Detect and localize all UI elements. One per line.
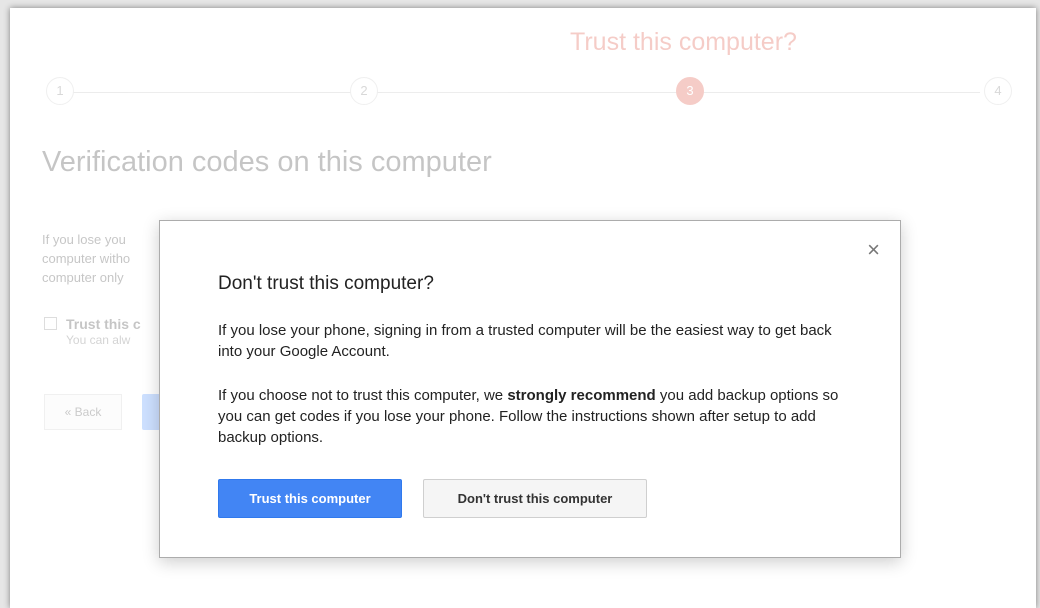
dialog-title: Don't trust this computer? xyxy=(218,273,434,294)
trust-this-computer-button[interactable]: Trust this computer xyxy=(218,479,402,518)
dialog-strong-recommend: strongly recommend xyxy=(507,387,656,404)
back-button[interactable]: « Back xyxy=(44,394,122,430)
trust-computer-sublabel: You can alw xyxy=(66,333,131,347)
page-title: Verification codes on this computer xyxy=(42,146,492,178)
step-4: 4 xyxy=(984,77,1012,105)
browser-window: Trust this computer? 1 2 3 4 Verificatio… xyxy=(10,8,1036,608)
dont-trust-this-computer-button[interactable]: Don't trust this computer xyxy=(423,479,647,518)
step-3: 3 xyxy=(676,77,704,105)
step-title: Trust this computer? xyxy=(570,28,797,56)
dialog-paragraph-1: If you lose your phone, signing in from … xyxy=(218,322,832,360)
dialog-paragraph-2: If you choose not to trust this computer… xyxy=(218,385,858,448)
dont-trust-dialog: × Don't trust this computer? If you lose… xyxy=(159,220,901,558)
trust-computer-checkbox[interactable] xyxy=(44,317,57,330)
page-text-line: If you lose you xyxy=(42,232,126,247)
trust-computer-label: Trust this c xyxy=(66,316,141,332)
dialog-paragraph-2-start: If you choose not to trust this computer… xyxy=(218,387,508,404)
close-icon[interactable]: × xyxy=(867,239,880,261)
step-1: 1 xyxy=(46,77,74,105)
page-text-line: computer witho xyxy=(42,251,131,266)
stepper-line xyxy=(60,92,980,93)
page-description: If you lose you computer witho computer … xyxy=(42,230,172,287)
step-2: 2 xyxy=(350,77,378,105)
page-text-line: computer only xyxy=(42,270,124,285)
